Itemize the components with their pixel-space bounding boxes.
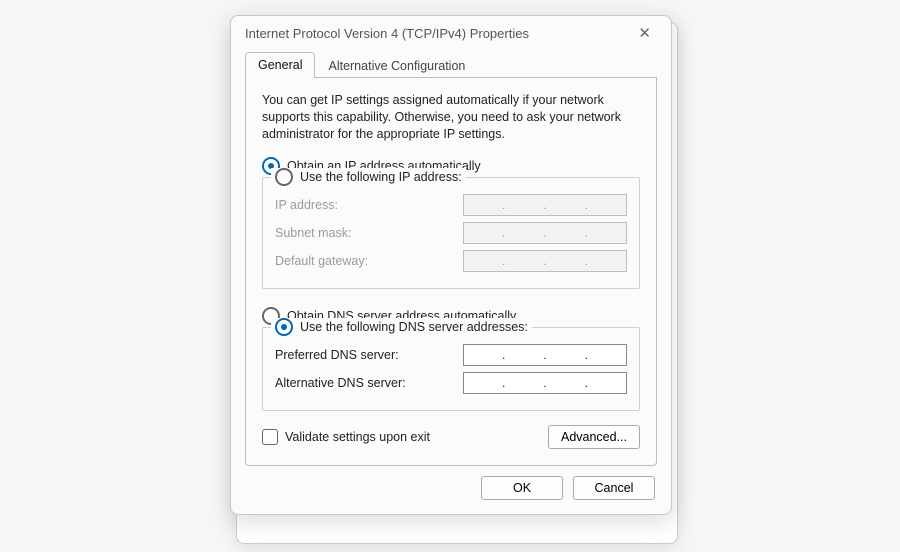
ip-octet — [467, 225, 499, 241]
label-alternative-dns: Alternative DNS server: — [275, 376, 406, 390]
label-subnet-mask: Subnet mask: — [275, 226, 351, 240]
ip-octet — [550, 253, 582, 269]
ip-octet — [508, 253, 540, 269]
label-preferred-dns: Preferred DNS server: — [275, 348, 399, 362]
dialog-footer: OK Cancel — [245, 466, 657, 500]
row-alternative-dns: Alternative DNS server: . . . — [275, 372, 627, 394]
advanced-button[interactable]: Advanced... — [548, 425, 640, 449]
ip-octet — [550, 225, 582, 241]
label-default-gateway: Default gateway: — [275, 254, 368, 268]
row-preferred-dns: Preferred DNS server: . . . — [275, 344, 627, 366]
ip-octet[interactable] — [591, 375, 623, 391]
label-ip-address: IP address: — [275, 198, 338, 212]
input-default-gateway: . . . — [463, 250, 627, 272]
description-text: You can get IP settings assigned automat… — [262, 92, 640, 143]
ip-octet — [467, 253, 499, 269]
dialog-client-area: General Alternative Configuration You ca… — [231, 51, 671, 514]
tab-alternative-label: Alternative Configuration — [328, 59, 465, 73]
ip-octet[interactable] — [467, 347, 499, 363]
checkbox-icon — [262, 429, 278, 445]
ok-button[interactable]: OK — [481, 476, 563, 500]
checkbox-validate-label: Validate settings upon exit — [285, 430, 430, 444]
ip-octet[interactable] — [508, 375, 540, 391]
radio-dns-manual[interactable]: Use the following DNS server addresses: — [271, 318, 532, 336]
tab-general[interactable]: General — [245, 52, 315, 78]
fieldset-ip-manual: Use the following IP address: IP address… — [262, 177, 640, 289]
titlebar: Internet Protocol Version 4 (TCP/IPv4) P… — [231, 16, 671, 49]
radio-icon — [275, 168, 293, 186]
input-preferred-dns[interactable]: . . . — [463, 344, 627, 366]
ip-octet — [508, 225, 540, 241]
close-icon[interactable]: ✕ — [632, 24, 657, 43]
radio-ip-manual-label: Use the following IP address: — [300, 170, 462, 184]
cancel-button[interactable]: Cancel — [573, 476, 655, 500]
window-title: Internet Protocol Version 4 (TCP/IPv4) P… — [245, 26, 529, 41]
input-alternative-dns[interactable]: . . . — [463, 372, 627, 394]
fieldset-dns-manual: Use the following DNS server addresses: … — [262, 327, 640, 411]
ip-octet — [508, 197, 540, 213]
ip-octet[interactable] — [550, 347, 582, 363]
ip-octet — [467, 197, 499, 213]
row-ip-address: IP address: . . . — [275, 194, 627, 216]
input-subnet-mask: . . . — [463, 222, 627, 244]
tab-alternative-configuration[interactable]: Alternative Configuration — [315, 53, 478, 78]
ip-octet — [550, 197, 582, 213]
tabpanel-general: You can get IP settings assigned automat… — [245, 78, 657, 466]
ip-octet[interactable] — [591, 347, 623, 363]
ip-octet[interactable] — [467, 375, 499, 391]
validate-row: Validate settings upon exit Advanced... — [262, 425, 640, 449]
row-default-gateway: Default gateway: . . . — [275, 250, 627, 272]
ip-octet — [591, 197, 623, 213]
radio-ip-manual[interactable]: Use the following IP address: — [271, 168, 466, 186]
ip-octet[interactable] — [508, 347, 540, 363]
radio-dns-manual-label: Use the following DNS server addresses: — [300, 320, 528, 334]
tcpip4-properties-dialog: Internet Protocol Version 4 (TCP/IPv4) P… — [230, 15, 672, 515]
row-subnet-mask: Subnet mask: . . . — [275, 222, 627, 244]
checkbox-validate-settings[interactable]: Validate settings upon exit — [262, 429, 430, 445]
ip-octet[interactable] — [550, 375, 582, 391]
ip-octet — [591, 253, 623, 269]
ip-octet — [591, 225, 623, 241]
radio-icon — [275, 318, 293, 336]
input-ip-address: . . . — [463, 194, 627, 216]
tabstrip: General Alternative Configuration — [245, 51, 657, 78]
tab-general-label: General — [258, 58, 302, 72]
